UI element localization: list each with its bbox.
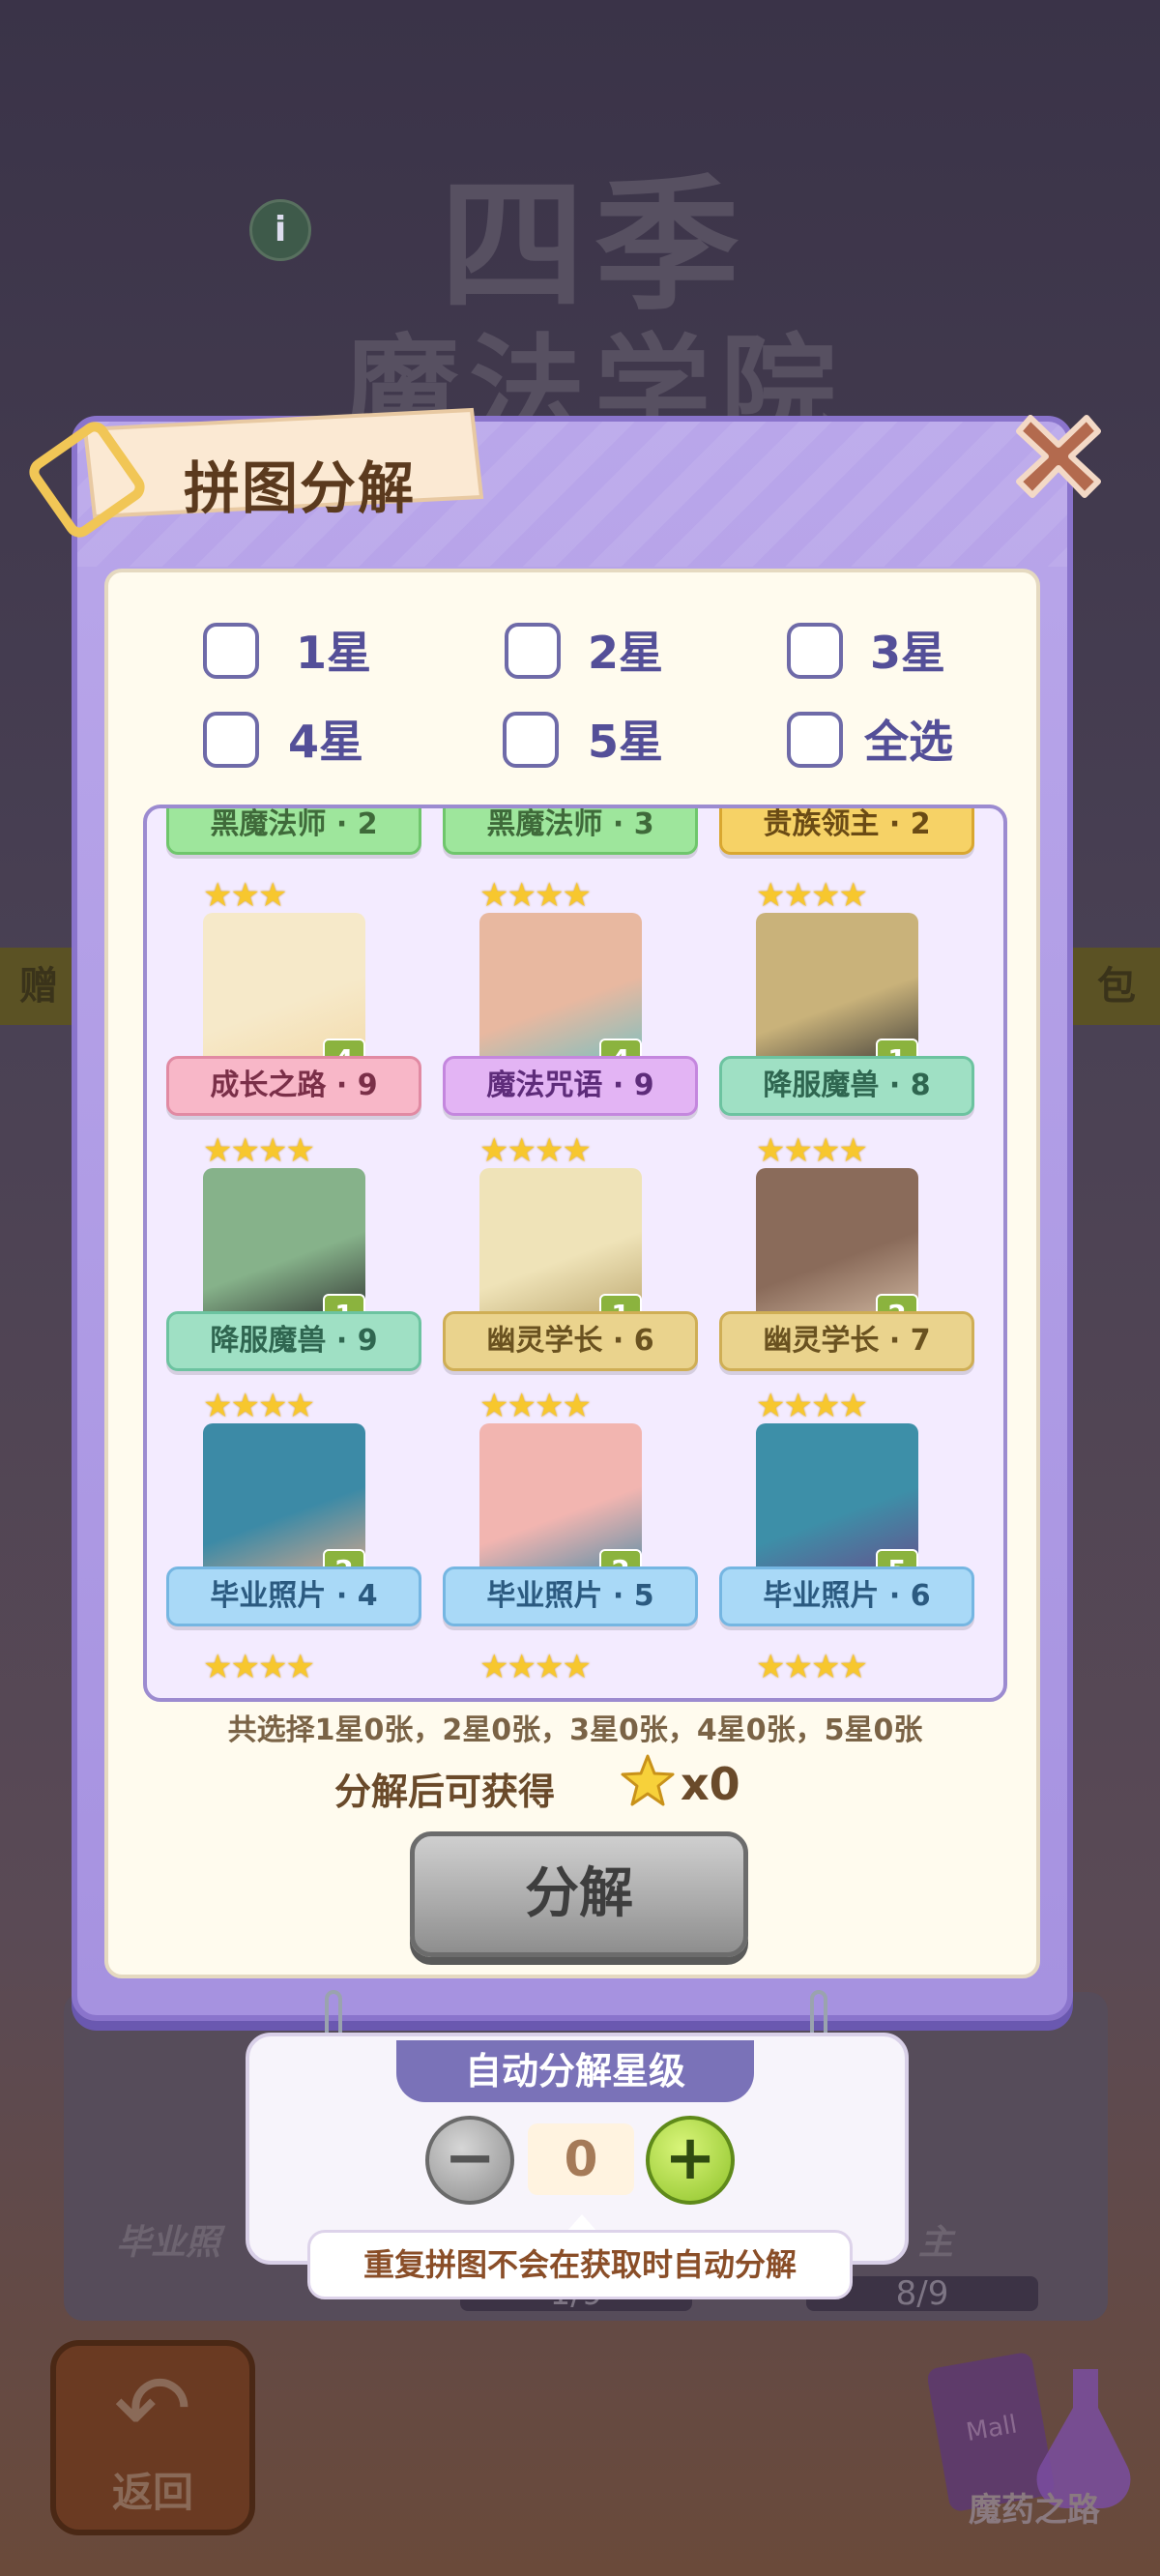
card-stars: ★★★★ [756,876,868,915]
card-stars-partial: ★★★★ [203,1648,315,1686]
card-stars: ★★★★ [756,1387,868,1425]
puzzle-card[interactable]: ★★★★5毕业照片 · 6 [713,1387,974,1638]
card-stars: ★★★★ [203,1387,315,1425]
minus-icon[interactable]: − [425,2116,514,2205]
puzzle-card[interactable]: ★★★★2毕业照片 · 5 [437,1387,698,1638]
card-name-ribbon: 毕业照片 · 4 [166,1566,421,1626]
card-name-ribbon: 毕业照片 · 5 [443,1566,698,1626]
auto-decompose-note: 重复拼图不会在获取时自动分解 [307,2230,853,2299]
filter-row-2: 4星 5星 全选 [203,712,976,779]
auto-level-value: 0 [528,2123,634,2195]
card-stars: ★★★★ [479,876,592,915]
back-button[interactable]: ↶ 返回 [50,2340,255,2535]
filter-checkbox-3-star[interactable] [787,623,843,679]
back-button-label: 返回 [111,2469,193,2516]
puzzle-card[interactable]: ★★★★1降服魔兽 · 9 [160,1131,421,1383]
filter-label-2-star: 2星 [588,627,664,679]
puzzle-card[interactable]: ★★★★2幽灵学长 · 7 [713,1131,974,1383]
puzzle-grid: 黑魔法师 · 2黑魔法师 · 3贵族领主 · 2★★★4成长之路 · 9★★★★… [143,805,1007,1702]
filter-checkbox-4-star[interactable] [203,712,259,768]
card-name-ribbon: 毕业照片 · 6 [719,1566,974,1626]
reward-count: x0 [681,1758,740,1810]
plus-icon[interactable]: + [646,2116,735,2205]
filter-label-3-star: 3星 [870,627,946,679]
card-stars: ★★★★ [479,1387,592,1425]
card-stars: ★★★★ [479,1131,592,1170]
potion-road-label[interactable]: 魔药之路 [938,2483,1131,2531]
puzzle-card[interactable]: 黑魔法师 · 3 [437,808,698,866]
auto-decompose-title: 自动分解星级 [396,2040,754,2102]
card-name-ribbon: 魔法咒语 · 9 [443,1056,698,1116]
card-stars: ★★★ [203,876,287,915]
back-arrow-icon: ↶ [113,2355,192,2463]
selection-summary: 共选择1星0张，2星0张，3星0张，4星0张，5星0张 [227,1713,923,1747]
puzzle-card[interactable]: ★★★★2毕业照片 · 4 [160,1387,421,1638]
game-title: 四季 魔法学院 [343,162,846,458]
filter-row-1: 1星 2星 3星 [203,623,976,690]
puzzle-card[interactable]: ★★★★4魔法咒语 · 9 [437,876,698,1127]
card-stars-partial: ★★★★ [479,1648,592,1686]
star-icon [621,1754,675,1806]
close-icon[interactable] [1013,408,1104,499]
card-name-ribbon: 降服魔兽 · 9 [166,1311,421,1371]
filter-checkbox-1-star[interactable] [203,623,259,679]
gift-tab[interactable]: 赠 [0,948,77,1025]
album-card-label-left: 毕业照 [116,2223,221,2263]
filter-label-5-star: 5星 [588,716,664,768]
puzzle-card[interactable]: 贵族领主 · 2 [713,808,974,866]
filter-checkbox-5-star[interactable] [503,712,559,768]
card-name-ribbon: 幽灵学长 · 7 [719,1311,974,1371]
card-name-ribbon: 降服魔兽 · 8 [719,1056,974,1116]
puzzle-card[interactable]: ★★★★1幽灵学长 · 6 [437,1131,698,1383]
puzzle-card[interactable]: ★★★4成长之路 · 9 [160,876,421,1127]
modal-title: 拼图分解 [184,455,417,521]
filter-label-4-star: 4星 [288,716,364,768]
card-name-ribbon: 黑魔法师 · 3 [443,808,698,855]
filter-checkbox-2-star[interactable] [505,623,561,679]
filter-label-select-all: 全选 [864,716,953,768]
puzzle-card[interactable]: 黑魔法师 · 2 [160,808,421,866]
card-name-ribbon: 幽灵学长 · 6 [443,1311,698,1371]
card-name-ribbon: 黑魔法师 · 2 [166,808,421,855]
card-name-ribbon: 成长之路 · 9 [166,1056,421,1116]
reward-label: 分解后可获得 [334,1771,556,1813]
card-name-ribbon: 贵族领主 · 2 [719,808,974,855]
card-stars: ★★★★ [756,1131,868,1170]
album-card-label-right: 主 [918,2223,954,2263]
pack-tab[interactable]: 包 [1073,948,1160,1025]
decompose-button[interactable]: 分解 [410,1831,748,1957]
puzzle-card[interactable]: ★★★★1降服魔兽 · 8 [713,876,974,1127]
card-stars-partial: ★★★★ [756,1648,868,1686]
card-stars: ★★★★ [203,1131,315,1170]
filter-label-1-star: 1星 [296,627,372,679]
filter-checkbox-select-all[interactable] [787,712,843,768]
